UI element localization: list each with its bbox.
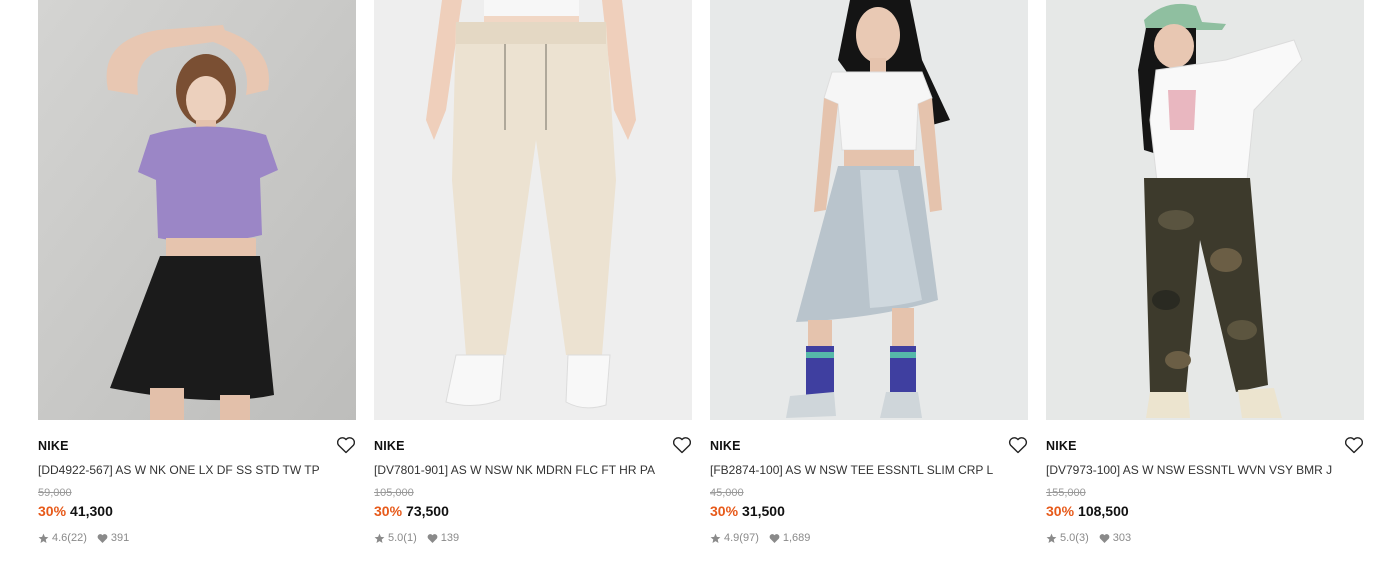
heart-filled-icon	[1099, 533, 1110, 544]
star-icon	[710, 533, 721, 544]
product-card[interactable]: NIKE [DV7801-901] AS W NSW NK MDRN FLC F…	[374, 0, 692, 545]
like-count: 139	[440, 532, 460, 544]
product-meta: 5.0 (1) 139	[374, 531, 692, 545]
review-count: (97)	[739, 532, 759, 544]
product-grid: NIKE [DD4922-567] AS W NK ONE LX DF SS S…	[0, 0, 1377, 572]
original-price: 105,000	[374, 487, 414, 499]
product-card[interactable]: NIKE [DV7973-100] AS W NSW ESSNTL WVN VS…	[1046, 0, 1364, 545]
product-image[interactable]	[38, 0, 356, 420]
product-title[interactable]: [FB2874-100] AS W NSW TEE ESSNTL SLIM CR…	[710, 462, 1028, 478]
rating-value: 5.0	[388, 532, 404, 544]
heart-icon[interactable]	[1344, 436, 1364, 454]
original-price: 59,000	[38, 487, 72, 499]
rating-value: 4.6	[52, 532, 68, 544]
review-count: (3)	[1075, 532, 1089, 544]
heart-icon[interactable]	[1008, 436, 1028, 454]
sale-price: 108,500	[1078, 503, 1129, 519]
brand-name: NIKE	[38, 439, 69, 453]
heart-filled-icon	[769, 533, 780, 544]
sale-price: 31,500	[742, 503, 785, 519]
product-card[interactable]: NIKE [DD4922-567] AS W NK ONE LX DF SS S…	[38, 0, 356, 545]
heart-icon[interactable]	[336, 436, 356, 454]
heart-icon[interactable]	[672, 436, 692, 454]
like-count: 1,689	[782, 532, 811, 544]
discount-rate: 30%	[374, 503, 403, 519]
review-count: (22)	[67, 532, 87, 544]
brand-name: NIKE	[710, 439, 741, 453]
review-count: (1)	[403, 532, 417, 544]
like-count: 303	[1112, 532, 1132, 544]
product-image[interactable]	[710, 0, 1028, 420]
discount-rate: 30%	[38, 503, 67, 519]
product-image[interactable]	[1046, 0, 1364, 420]
product-meta: 5.0 (3) 303	[1046, 531, 1364, 545]
brand-name: NIKE	[1046, 439, 1077, 453]
rating-value: 5.0	[1060, 532, 1076, 544]
original-price: 45,000	[710, 487, 744, 499]
original-price: 155,000	[1046, 487, 1086, 499]
product-title[interactable]: [DV7801-901] AS W NSW NK MDRN FLC FT HR …	[374, 462, 692, 478]
star-icon	[38, 533, 49, 544]
product-meta: 4.9 (97) 1,689	[710, 531, 1028, 545]
discount-rate: 30%	[710, 503, 739, 519]
product-image[interactable]	[374, 0, 692, 420]
heart-filled-icon	[427, 533, 438, 544]
star-icon	[1046, 533, 1057, 544]
product-title[interactable]: [DD4922-567] AS W NK ONE LX DF SS STD TW…	[38, 462, 356, 478]
heart-filled-icon	[97, 533, 108, 544]
rating-value: 4.9	[724, 532, 740, 544]
brand-name: NIKE	[374, 439, 405, 453]
star-icon	[374, 533, 385, 544]
product-meta: 4.6 (22) 391	[38, 531, 356, 545]
product-card[interactable]: NIKE [FB2874-100] AS W NSW TEE ESSNTL SL…	[710, 0, 1028, 545]
discount-rate: 30%	[1046, 503, 1075, 519]
sale-price: 73,500	[406, 503, 449, 519]
like-count: 391	[110, 532, 130, 544]
sale-price: 41,300	[70, 503, 113, 519]
product-title[interactable]: [DV7973-100] AS W NSW ESSNTL WVN VSY BMR…	[1046, 462, 1364, 478]
